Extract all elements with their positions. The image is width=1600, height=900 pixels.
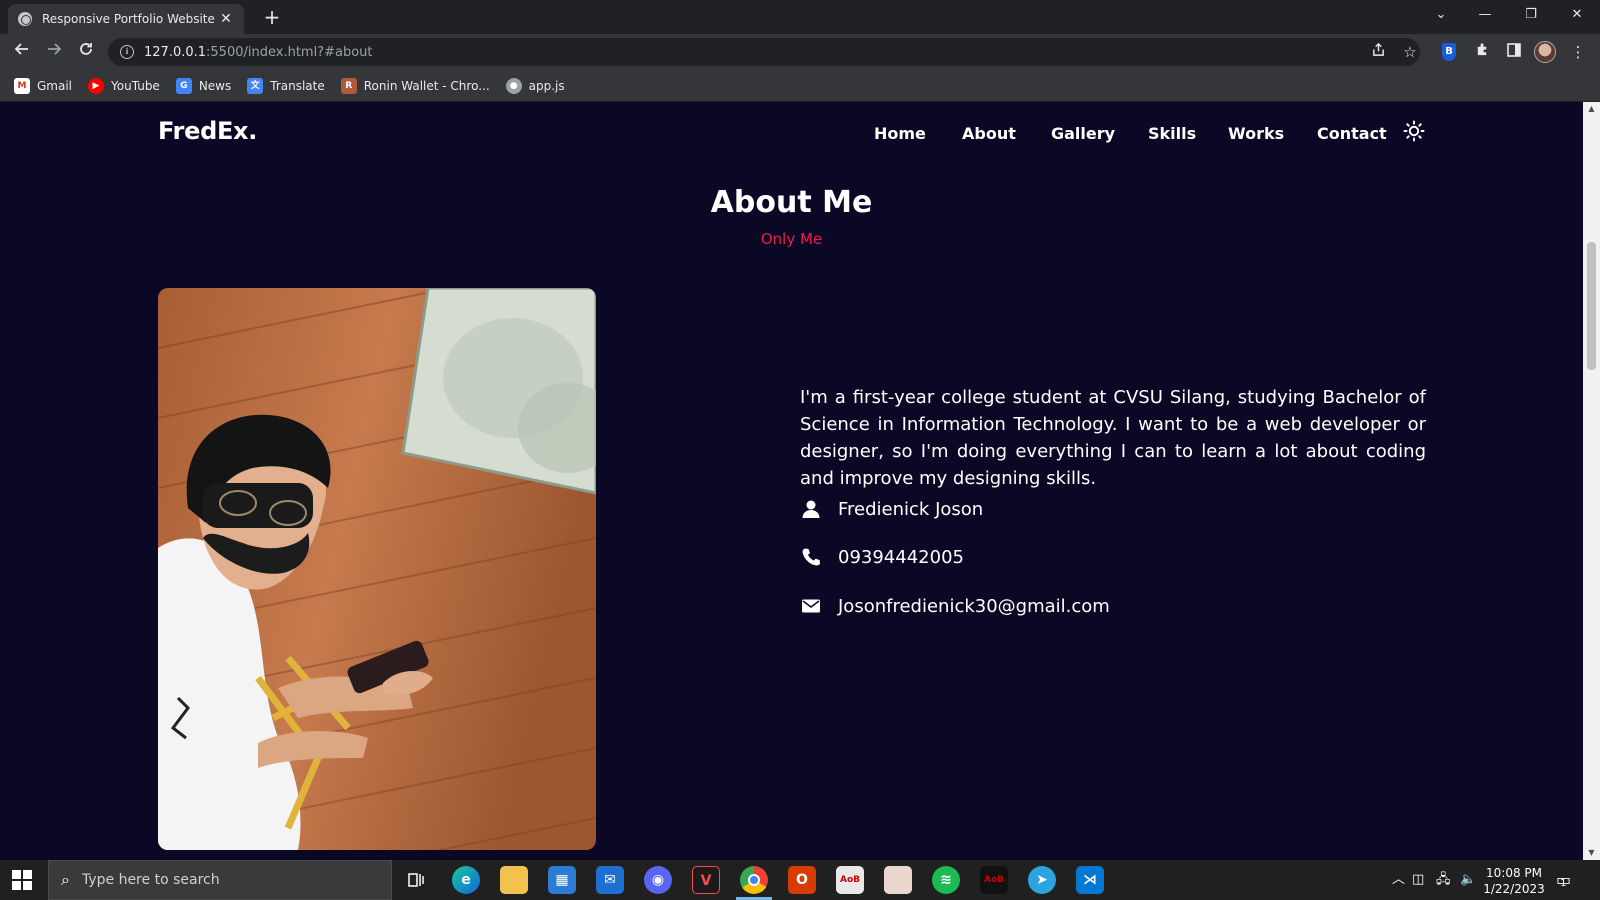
- globe-icon: ●: [505, 77, 522, 94]
- news-icon: G: [175, 77, 192, 94]
- address-bar[interactable]: i 127.0.0.1:5500/index.html?#about: [108, 38, 1420, 66]
- profile-avatar[interactable]: [1534, 41, 1556, 63]
- mail-app-icon[interactable]: ✉: [596, 866, 624, 894]
- globe-icon: [18, 12, 32, 26]
- network-icon[interactable]: 🖧: [1436, 860, 1451, 900]
- bookmark-news[interactable]: G News: [175, 77, 232, 94]
- meet-now-icon[interactable]: ◫: [1412, 860, 1424, 900]
- side-panel-icon[interactable]: [1502, 40, 1526, 64]
- ronin-icon: R: [340, 77, 357, 94]
- profile-email[interactable]: Josonfredienick30@gmail.com: [838, 596, 1110, 617]
- telegram-icon[interactable]: ➤: [1028, 866, 1056, 894]
- nav-works[interactable]: Works: [1228, 124, 1284, 143]
- user-icon: [800, 498, 822, 520]
- site-nav: Home About Gallery Skills Works Contact: [0, 124, 1420, 148]
- notification-count: 1: [1560, 878, 1567, 889]
- page-scrollbar[interactable]: ▲ ▼: [1583, 102, 1600, 860]
- bitwarden-icon[interactable]: B: [1442, 43, 1456, 61]
- browser-tab[interactable]: Responsive Portfolio Website ✕: [8, 4, 244, 34]
- bookmark-appjs[interactable]: ● app.js: [505, 77, 565, 94]
- profile-photo: [158, 288, 596, 850]
- chrome-icon[interactable]: [740, 866, 768, 894]
- nav-contact[interactable]: Contact: [1317, 124, 1387, 143]
- bookmark-label: Ronin Wallet - Chro...: [363, 78, 490, 93]
- notifications-icon[interactable]: ▭1: [1556, 860, 1578, 900]
- profile-phone: 09394442005: [838, 546, 964, 568]
- new-tab-button[interactable]: +: [260, 4, 284, 30]
- discord-icon[interactable]: ◉: [644, 866, 672, 894]
- bookmark-ronin-wallet[interactable]: R Ronin Wallet - Chro...: [340, 77, 490, 94]
- vscode-icon[interactable]: ⋊: [1076, 866, 1104, 894]
- about-description: I'm a first-year college student at CVSU…: [800, 387, 1426, 489]
- minimize-button[interactable]: —: [1462, 0, 1508, 30]
- tab-title: Responsive Portfolio Website: [42, 12, 215, 26]
- bookmark-label: Gmail: [37, 78, 73, 93]
- back-icon[interactable]: [8, 38, 36, 66]
- nav-gallery[interactable]: Gallery: [1051, 124, 1115, 143]
- url-path: :5500/index.html?#about: [206, 44, 373, 60]
- office-icon[interactable]: O: [788, 866, 816, 894]
- windows-taskbar: ⌕ Type here to search e ▦ ✉ ◉ V O AoB ≋ …: [0, 860, 1600, 900]
- edge-icon[interactable]: e: [452, 866, 480, 894]
- game-app-icon[interactable]: AoB: [836, 866, 864, 894]
- site-info-icon[interactable]: i: [120, 45, 134, 59]
- task-view-icon[interactable]: [402, 866, 430, 894]
- youtube-icon: ▶: [88, 77, 105, 94]
- bookmarks-bar: M Gmail ▶ YouTube G News 文 Translate R R…: [0, 70, 1600, 102]
- scroll-up-icon[interactable]: ▲: [1583, 102, 1600, 116]
- section-subtitle: Only Me: [760, 230, 823, 248]
- forward-icon[interactable]: [40, 38, 68, 66]
- close-window-button[interactable]: ✕: [1554, 0, 1600, 30]
- clock-date: 1/22/2023: [1483, 882, 1545, 896]
- share-icon[interactable]: [1365, 38, 1391, 66]
- info-email: Josonfredienick30@gmail.com: [800, 595, 1110, 617]
- bookmark-gmail[interactable]: M Gmail: [14, 77, 73, 94]
- anime-app-icon[interactable]: [884, 866, 912, 894]
- browser-tab-bar: Responsive Portfolio Website ✕ + ⌄ — ❐ ✕: [0, 0, 1600, 34]
- section-title: About Me: [710, 185, 873, 220]
- nav-about[interactable]: About: [962, 124, 1016, 143]
- scrollbar-thumb[interactable]: [1587, 242, 1596, 370]
- file-explorer-icon[interactable]: [500, 866, 528, 894]
- bookmark-label: app.js: [528, 78, 565, 93]
- phone-icon: [800, 546, 822, 568]
- portfolio-page: FredEx. Home About Gallery Skills Works …: [0, 102, 1583, 860]
- search-placeholder: Type here to search: [81, 872, 220, 888]
- bookmark-translate[interactable]: 文 Translate: [247, 77, 325, 94]
- bookmark-label: YouTube: [111, 78, 160, 93]
- windows-start-icon[interactable]: [12, 870, 32, 890]
- taskbar-clock[interactable]: 10:08 PM 1/22/2023: [1478, 865, 1550, 897]
- extensions-icon[interactable]: [1470, 40, 1494, 64]
- menu-icon[interactable]: ⋮: [1566, 40, 1590, 64]
- translate-icon: 文: [247, 77, 264, 94]
- sun-icon[interactable]: [1403, 120, 1425, 142]
- profile-name: Fredienick Joson: [838, 498, 984, 520]
- bookmark-star-icon[interactable]: ☆: [1397, 38, 1423, 66]
- spotify-icon[interactable]: ≋: [932, 866, 960, 894]
- close-tab-icon[interactable]: ✕: [218, 11, 234, 27]
- search-icon: ⌕: [61, 870, 70, 889]
- scroll-down-icon[interactable]: ▼: [1583, 846, 1600, 860]
- info-phone: 09394442005: [800, 546, 964, 568]
- volume-icon[interactable]: 🔈: [1460, 860, 1476, 900]
- gmail-icon: M: [14, 77, 30, 94]
- bookmark-label: News: [198, 78, 232, 93]
- game-launcher-icon[interactable]: AoB: [980, 866, 1008, 894]
- nav-home[interactable]: Home: [874, 124, 926, 143]
- clock-time: 10:08 PM: [1486, 866, 1542, 880]
- nav-skills[interactable]: Skills: [1148, 124, 1196, 143]
- url-host: 127.0.0.1: [144, 44, 207, 60]
- info-name: Fredienick Joson: [800, 498, 983, 520]
- bookmark-youtube[interactable]: ▶ YouTube: [88, 77, 160, 94]
- store-icon[interactable]: ▦: [548, 866, 576, 894]
- restore-button[interactable]: ❐: [1508, 0, 1554, 30]
- bookmark-label: Translate: [270, 78, 325, 93]
- reload-icon[interactable]: [72, 38, 100, 66]
- valorant-icon[interactable]: V: [692, 866, 720, 894]
- browser-toolbar: i 127.0.0.1:5500/index.html?#about ☆ B ⋮: [0, 34, 1600, 70]
- tab-search-icon[interactable]: ⌄: [1418, 0, 1464, 30]
- tray-chevron-icon[interactable]: ︿: [1392, 860, 1405, 900]
- taskbar-search[interactable]: ⌕ Type here to search: [48, 860, 392, 900]
- mail-icon: [800, 595, 822, 617]
